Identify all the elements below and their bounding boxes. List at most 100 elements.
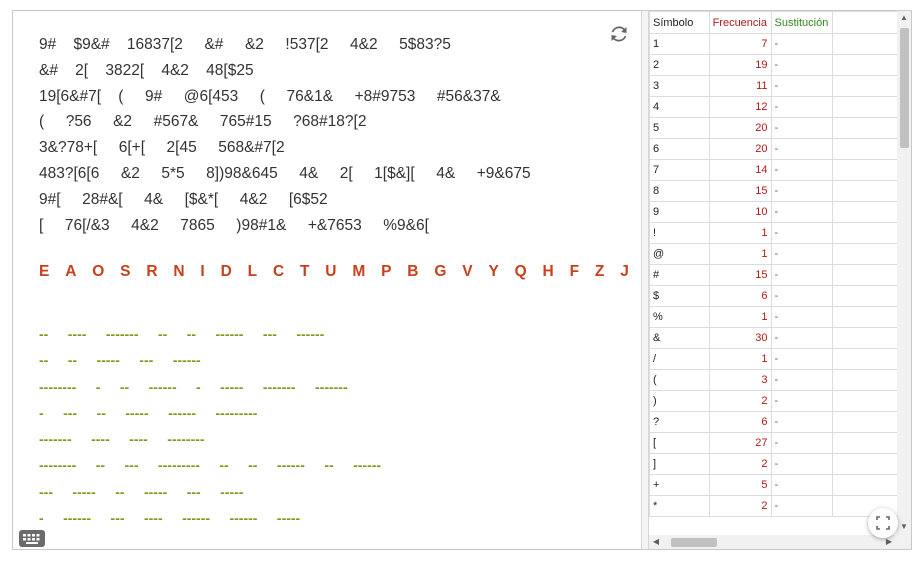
substitution-cell[interactable]: - — [770, 348, 834, 370]
symbol-cell[interactable]: 6 — [649, 138, 710, 160]
header-substitution[interactable]: Sustitución — [770, 11, 834, 34]
symbol-cell[interactable]: 4 — [649, 96, 710, 118]
substitution-cell[interactable]: - — [770, 369, 834, 391]
substitution-cell[interactable]: - — [770, 180, 834, 202]
substitution-cell[interactable]: - — [770, 243, 834, 265]
frequency-letter: Y — [488, 263, 499, 280]
frequency-cell[interactable]: 19 — [708, 54, 772, 76]
substitution-line: -------- -- --- --------- -- -- ------ -… — [39, 457, 382, 474]
frequency-cell[interactable]: 1 — [708, 348, 772, 370]
table-row: ) 2- — [649, 390, 911, 412]
symbol-cell[interactable]: ! — [649, 222, 710, 244]
substitution-cell[interactable]: - — [770, 264, 834, 286]
frequency-cell[interactable]: 20 — [708, 117, 772, 139]
frequency-cell[interactable]: 14 — [708, 159, 772, 181]
symbol-cell[interactable]: ) — [649, 390, 710, 412]
frequency-letter: S — [120, 263, 131, 280]
scroll-up-icon[interactable]: ▲ — [897, 13, 911, 22]
substitution-cell[interactable]: - — [770, 33, 834, 55]
substitution-cell[interactable]: - — [770, 327, 834, 349]
keyboard-icon[interactable] — [19, 530, 45, 547]
scroll-left-icon[interactable]: ◀ — [652, 537, 660, 546]
symbol-cell[interactable]: [ — [649, 432, 710, 454]
frequency-cell[interactable]: 2 — [708, 453, 772, 475]
frequency-cell[interactable]: 1 — [708, 222, 772, 244]
symbol-cell[interactable]: 3 — [649, 75, 710, 97]
frequency-letter: B — [407, 263, 419, 280]
substitution-cell[interactable]: - — [770, 96, 834, 118]
substitution-line: - ------ --- ---- ------ ------ ----- — [39, 510, 301, 527]
symbol-cell[interactable]: 2 — [649, 54, 710, 76]
table-row: 9 10- — [649, 201, 911, 223]
frequency-cell[interactable]: 20 — [708, 138, 772, 160]
substitution-cell[interactable]: - — [770, 75, 834, 97]
symbol-cell[interactable]: @ — [649, 243, 710, 265]
cipher-line: 3&?78+[ 6[+[ 2[45 568&#7[2 — [39, 139, 285, 157]
frequency-cell[interactable]: 27 — [708, 432, 772, 454]
fullscreen-icon[interactable] — [868, 508, 898, 538]
frequency-cell[interactable]: 3 — [708, 369, 772, 391]
header-symbol[interactable]: Símbolo — [649, 11, 710, 34]
symbol-cell[interactable]: $ — [649, 285, 710, 307]
table-row: 6 20- — [649, 138, 911, 160]
frequency-cell[interactable]: 6 — [708, 411, 772, 433]
frequency-cell[interactable]: 7 — [708, 33, 772, 55]
symbol-cell[interactable]: ? — [649, 411, 710, 433]
vertical-scroll-thumb[interactable] — [900, 28, 909, 148]
frequency-cell[interactable]: 11 — [708, 75, 772, 97]
substitution-cell[interactable]: - — [770, 474, 834, 496]
frequency-cell[interactable]: 2 — [708, 390, 772, 412]
symbol-cell[interactable]: 5 — [649, 117, 710, 139]
frequency-cell[interactable]: 5 — [708, 474, 772, 496]
frequency-cell[interactable]: 30 — [708, 327, 772, 349]
scroll-right-icon[interactable]: ▶ — [885, 537, 893, 546]
frequency-cell[interactable]: 2 — [708, 495, 772, 517]
refresh-icon[interactable] — [608, 23, 630, 45]
symbol-cell[interactable]: 1 — [649, 33, 710, 55]
substitution-line: - --- -- ----- ------ --------- — [39, 404, 258, 421]
symbol-cell[interactable]: & — [649, 327, 710, 349]
substitution-cell[interactable]: - — [770, 201, 834, 223]
frequency-cell[interactable]: 10 — [708, 201, 772, 223]
substitution-cell[interactable]: - — [770, 138, 834, 160]
substitution-cell[interactable]: - — [770, 159, 834, 181]
substitution-cell[interactable]: - — [770, 411, 834, 433]
frequency-cell[interactable]: 15 — [708, 264, 772, 286]
header-frequency[interactable]: Frecuencia — [708, 11, 772, 34]
horizontal-scroll-thumb[interactable] — [671, 538, 717, 547]
symbol-cell[interactable]: # — [649, 264, 710, 286]
symbol-cell[interactable]: 8 — [649, 180, 710, 202]
table-row: (3- — [649, 369, 911, 391]
frequency-cell[interactable]: 6 — [708, 285, 772, 307]
scroll-down-icon[interactable]: ▼ — [897, 522, 911, 531]
frequency-cell[interactable]: 15 — [708, 180, 772, 202]
table-row: 5 20- — [649, 117, 911, 139]
panel-divider[interactable] — [641, 11, 649, 549]
substitution-cell[interactable]: - — [770, 306, 834, 328]
symbol-cell[interactable]: * — [649, 495, 710, 517]
symbol-cell[interactable]: 9 — [649, 201, 710, 223]
substitution-cell[interactable]: - — [770, 54, 834, 76]
substitution-cell[interactable]: - — [770, 390, 834, 412]
substitution-cell[interactable]: - — [770, 495, 834, 517]
horizontal-scrollbar[interactable]: ◀ ▶ — [649, 535, 897, 549]
substitution-cell[interactable]: - — [770, 453, 834, 475]
substitution-cell[interactable]: - — [770, 117, 834, 139]
symbol-cell[interactable]: + — [649, 474, 710, 496]
frequency-cell[interactable]: 1 — [708, 306, 772, 328]
frequency-letter: G — [434, 263, 447, 280]
substitution-cell[interactable]: - — [770, 285, 834, 307]
frequency-letter: Q — [514, 263, 527, 280]
symbol-cell[interactable]: 7 — [649, 159, 710, 181]
symbol-cell[interactable]: % — [649, 306, 710, 328]
table-row: % 1- — [649, 306, 911, 328]
cipher-line: ( ?56 &2 #567& 765#15 ?68#18?[2 — [39, 113, 367, 131]
frequency-cell[interactable]: 1 — [708, 243, 772, 265]
frequency-cell[interactable]: 12 — [708, 96, 772, 118]
vertical-scrollbar[interactable]: ▲ ▼ — [897, 11, 911, 535]
substitution-cell[interactable]: - — [770, 432, 834, 454]
symbol-cell[interactable]: ( — [649, 369, 710, 391]
substitution-cell[interactable]: - — [770, 222, 834, 244]
symbol-cell[interactable]: ] — [649, 453, 710, 475]
symbol-cell[interactable]: / — [649, 348, 710, 370]
